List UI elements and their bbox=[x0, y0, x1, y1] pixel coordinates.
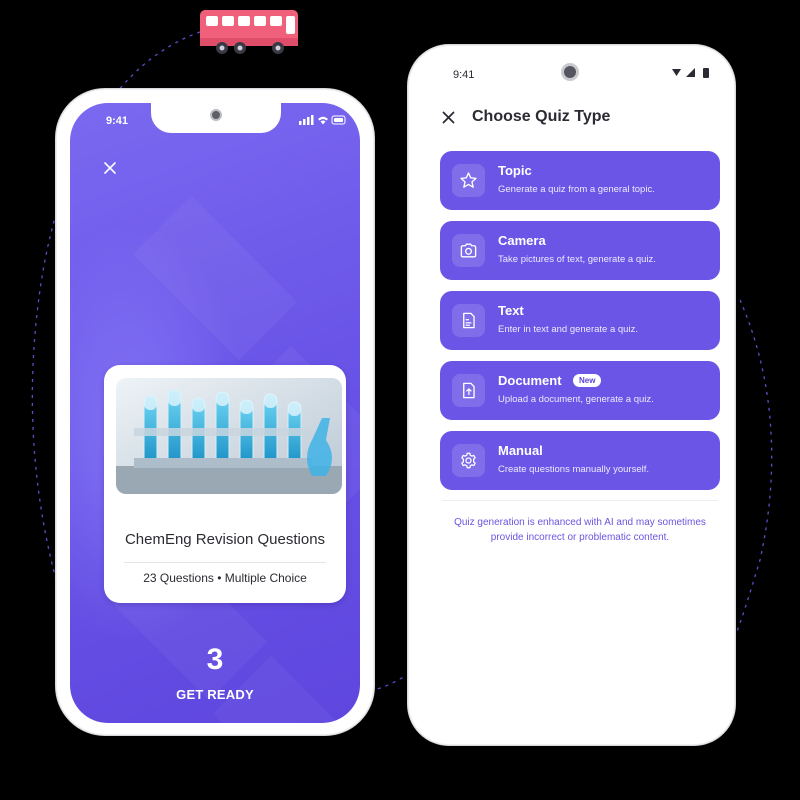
close-button[interactable] bbox=[442, 111, 456, 125]
page-title: Choose Quiz Type bbox=[472, 108, 611, 125]
right-phone-frame: 9:41 Choose Quiz Type Topic Generate a q… bbox=[407, 44, 736, 746]
option-description: Enter in text and generate a quiz. bbox=[498, 324, 638, 335]
option-text[interactable]: Text Enter in text and generate a quiz. bbox=[440, 291, 720, 350]
option-description: Upload a document, generate a quiz. bbox=[498, 394, 654, 405]
quiz-title: ChemEng Revision Questions bbox=[124, 531, 326, 548]
close-button[interactable] bbox=[104, 162, 118, 176]
option-description: Create questions manually yourself. bbox=[498, 464, 650, 475]
option-label: Text bbox=[498, 303, 524, 318]
quiz-type-list: Topic Generate a quiz from a general top… bbox=[440, 151, 720, 501]
option-camera[interactable]: Camera Take pictures of text, generate a… bbox=[440, 221, 720, 280]
option-label: Camera bbox=[498, 233, 546, 248]
screen-header: Choose Quiz Type bbox=[417, 106, 726, 136]
divider bbox=[442, 500, 718, 501]
front-camera bbox=[561, 63, 579, 81]
bus-illustration bbox=[200, 10, 298, 54]
camera-icon bbox=[452, 234, 485, 267]
option-label: Topic bbox=[498, 163, 532, 178]
option-manual[interactable]: Manual Create questions manually yoursel… bbox=[440, 431, 720, 490]
phone-notch bbox=[151, 103, 281, 133]
status-time: 9:41 bbox=[453, 69, 475, 81]
upload-doc-icon bbox=[452, 374, 485, 407]
status-time: 9:41 bbox=[106, 115, 129, 127]
quiz-card: ChemEng Revision Questions 23 Questions … bbox=[104, 365, 346, 603]
test-tubes-illustration bbox=[116, 378, 342, 494]
star-icon bbox=[452, 164, 485, 197]
option-topic[interactable]: Topic Generate a quiz from a general top… bbox=[440, 151, 720, 210]
close-icon bbox=[104, 162, 116, 174]
get-ready-label: GET READY bbox=[176, 687, 254, 702]
quiz-cover-image bbox=[116, 378, 342, 494]
quiz-meta: 23 Questions • Multiple Choice bbox=[143, 571, 307, 585]
option-description: Take pictures of text, generate a quiz. bbox=[498, 254, 656, 265]
left-phone-frame: 9:41 ChemEng Revision Questions 23 Quest… bbox=[55, 88, 375, 736]
close-icon bbox=[442, 111, 455, 124]
option-document[interactable]: Document New Upload a document, generate… bbox=[440, 361, 720, 420]
new-badge: New bbox=[573, 374, 602, 387]
option-label: Document bbox=[498, 373, 562, 388]
countdown-number: 3 bbox=[206, 643, 224, 676]
status-icons bbox=[672, 68, 709, 78]
option-label: Manual bbox=[498, 443, 543, 458]
quiz-start-screen: 9:41 ChemEng Revision Questions 23 Quest… bbox=[70, 103, 360, 723]
text-doc-icon bbox=[452, 304, 485, 337]
choose-quiz-type-screen: 9:41 Choose Quiz Type Topic Generate a q… bbox=[417, 54, 726, 738]
ai-disclaimer: Quiz generation is enhanced with AI and … bbox=[454, 517, 706, 543]
gear-icon bbox=[452, 444, 485, 477]
status-icons bbox=[299, 115, 346, 125]
card-divider bbox=[124, 562, 326, 563]
front-camera bbox=[210, 109, 222, 121]
option-description: Generate a quiz from a general topic. bbox=[498, 184, 655, 195]
